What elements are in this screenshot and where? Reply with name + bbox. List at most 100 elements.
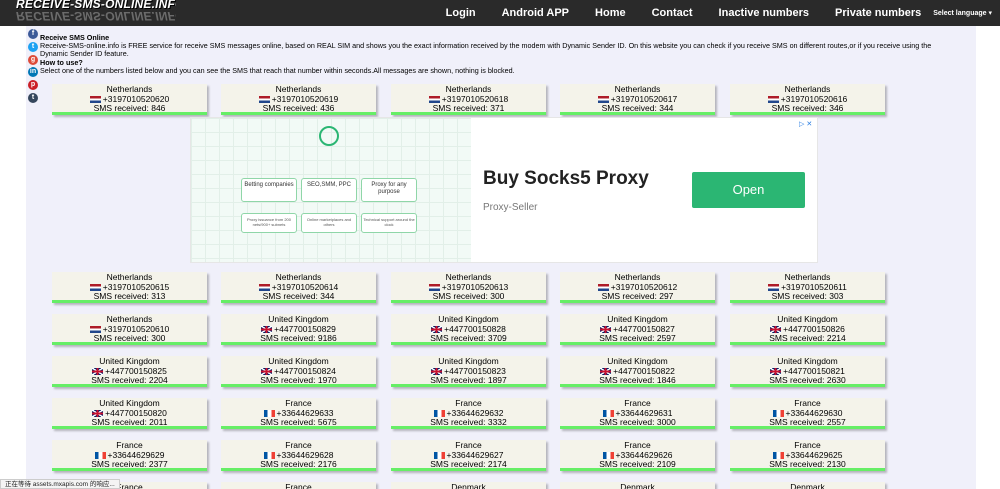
ad-box-support: Technical support around the clock [361,213,417,233]
tumblr-icon[interactable]: t [28,92,38,103]
number-card[interactable]: France +33644629629 SMS received: 2377 [52,440,207,471]
card-phone-number[interactable]: +3197010520610 [103,324,169,334]
nav-contact[interactable]: Contact [652,7,693,19]
card-sms-count: SMS received: 2176 [260,459,337,469]
number-card[interactable]: France +33644629631 SMS received: 3000 [560,398,715,429]
number-card[interactable]: France +33644629626 SMS received: 2109 [560,440,715,471]
number-card[interactable]: Netherlands +3197010520618 SMS received: 3… [391,84,546,115]
number-card[interactable]: Netherlands +3197010520612 SMS received: 2… [560,272,715,303]
number-card[interactable]: United Kingdom +447700150823 SMS received:… [391,356,546,387]
card-phone-number[interactable]: +3197010520619 [272,94,338,104]
flag-fr-icon [263,409,275,417]
nav-private-numbers[interactable]: Private numbers [835,7,921,19]
card-phone-number[interactable]: +33644629625 [786,450,843,460]
card-phone-number[interactable]: +33644629628 [277,450,334,460]
card-phone-number[interactable]: +33644629629 [108,450,165,460]
card-phone-number[interactable]: +3197010520620 [103,94,169,104]
card-phone-number[interactable]: +3197010520612 [611,282,677,292]
card-sms-count: SMS received: 2130 [769,459,846,469]
flag-fr-icon [433,409,445,417]
card-sms-count: SMS received: 436 [262,103,335,113]
card-phone-number[interactable]: +447700150822 [613,366,675,376]
number-card[interactable]: United Kingdom +447700150829 SMS received:… [221,314,376,345]
number-card[interactable]: United Kingdom +447700150827 SMS received:… [560,314,715,345]
number-card[interactable]: France +33644629630 SMS received: 2557 [730,398,885,429]
card-phone-number[interactable]: +33644629631 [616,408,673,418]
facebook-icon[interactable]: f [28,29,38,39]
card-phone-number[interactable]: +33644629627 [447,450,504,460]
card-phone-number[interactable]: +447700150821 [783,366,845,376]
nav-home[interactable]: Home [595,7,626,19]
number-card[interactable]: France +33644629628 SMS received: 2176 [221,440,376,471]
number-card[interactable]: Netherlands +3197010520617 SMS received: 3… [560,84,715,115]
twitter-icon[interactable]: t [28,41,38,52]
card-phone-number[interactable]: +447700150826 [783,324,845,334]
card-phone-number[interactable]: +33644629632 [447,408,504,418]
number-card[interactable]: France +33644629632 SMS received: 3332 [391,398,546,429]
number-card[interactable]: Netherlands +3197010520611 SMS received: 3… [730,272,885,303]
ad-close-icon[interactable]: ▷ ✕ [799,120,812,128]
number-card[interactable]: Netherlands +3197010520620 SMS received: 8… [52,84,207,115]
number-card[interactable]: Netherlands +3197010520613 SMS received: 3… [391,272,546,303]
flag-nl-icon [89,95,101,103]
card-phone-number[interactable]: +447700150827 [613,324,675,334]
advertisement-banner[interactable]: Betting companies SEO,SMM, PPC Proxy for… [190,117,818,263]
number-card[interactable]: United Kingdom +447700150821 SMS received:… [730,356,885,387]
number-card[interactable]: United Kingdom +447700150825 SMS received:… [52,356,207,387]
intro-text: Receive-SMS-online.info is FREE service … [40,41,932,59]
card-phone-number[interactable]: +33644629633 [277,408,334,418]
number-card[interactable]: United Kingdom +447700150820 SMS received:… [52,398,207,429]
number-card[interactable]: France +33644629625 SMS received: 2130 [730,440,885,471]
card-sms-count: SMS received: 313 [93,291,166,301]
nav-inactive-numbers[interactable]: Inactive numbers [719,7,809,19]
card-phone-number[interactable]: +3197010520616 [781,94,847,104]
card-sms-count: SMS received: 1970 [260,375,337,385]
card-phone-number[interactable]: +3197010520618 [442,94,508,104]
number-card[interactable]: United Kingdom +447700150824 SMS received:… [221,356,376,387]
ad-box-proxy: Proxy for any purpose [361,178,417,202]
pinterest-icon[interactable]: p [28,80,38,91]
site-logo[interactable]: RECEIVE-SMS-ONLINE.INFO RECEIVE-SMS-ONLI… [16,0,176,26]
card-phone-number[interactable]: +3197010520617 [611,94,677,104]
google-plus-icon[interactable]: g [28,54,38,65]
card-phone-number[interactable]: +3197010520611 [781,282,847,292]
social-share-bar: f t g in p t [28,29,40,106]
card-phone-number[interactable]: +447700150820 [105,408,167,418]
number-card[interactable]: United Kingdom +447700150826 SMS received:… [730,314,885,345]
number-card[interactable]: Netherlands +3197010520615 SMS received: 3… [52,272,207,303]
number-card[interactable]: Denmark [391,482,546,489]
card-phone-number[interactable]: +33644629626 [616,450,673,460]
ad-box-seo: SEO,SMM, PPC [301,178,357,202]
language-select[interactable]: Select language ▾ [933,9,992,17]
number-card[interactable]: United Kingdom +447700150822 SMS received:… [560,356,715,387]
card-phone-number[interactable]: +33644629630 [786,408,843,418]
card-phone-number[interactable]: +3197010520615 [103,282,169,292]
number-card[interactable]: France +33644629627 SMS received: 2174 [391,440,546,471]
number-card[interactable]: France [221,482,376,489]
card-phone-number[interactable]: +447700150823 [444,366,506,376]
card-phone-number[interactable]: +447700150824 [274,366,336,376]
number-card[interactable]: Denmark [560,482,715,489]
card-phone-number[interactable]: +447700150828 [444,324,506,334]
card-phone-number[interactable]: +3197010520613 [442,282,508,292]
number-card[interactable]: Netherlands +3197010520616 SMS received: 3… [730,84,885,115]
card-sms-count: SMS received: 300 [432,291,505,301]
ad-illustration: Betting companies SEO,SMM, PPC Proxy for… [191,118,471,262]
number-card[interactable]: Netherlands +3197010520614 SMS received: 3… [221,272,376,303]
card-sms-count: SMS received: 1846 [599,375,676,385]
flag-nl-icon [597,283,609,291]
nav-android-app[interactable]: Android APP [502,7,569,19]
linkedin-icon[interactable]: in [28,67,38,78]
number-card[interactable]: France +33644629633 SMS received: 5675 [221,398,376,429]
number-card[interactable]: Netherlands +3197010520619 SMS received: 4… [221,84,376,115]
number-card[interactable]: Denmark [730,482,885,489]
ad-open-button[interactable]: Open [692,172,805,208]
card-phone-number[interactable]: +447700150825 [105,366,167,376]
number-card[interactable]: United Kingdom +447700150828 SMS received:… [391,314,546,345]
number-card[interactable]: Netherlands +3197010520610 SMS received: 3… [52,314,207,345]
card-sms-count: SMS received: 346 [771,103,844,113]
card-phone-number[interactable]: +447700150829 [274,324,336,334]
nav-login[interactable]: Login [446,7,476,19]
card-sms-count: SMS received: 9186 [260,333,337,343]
card-phone-number[interactable]: +3197010520614 [272,282,338,292]
